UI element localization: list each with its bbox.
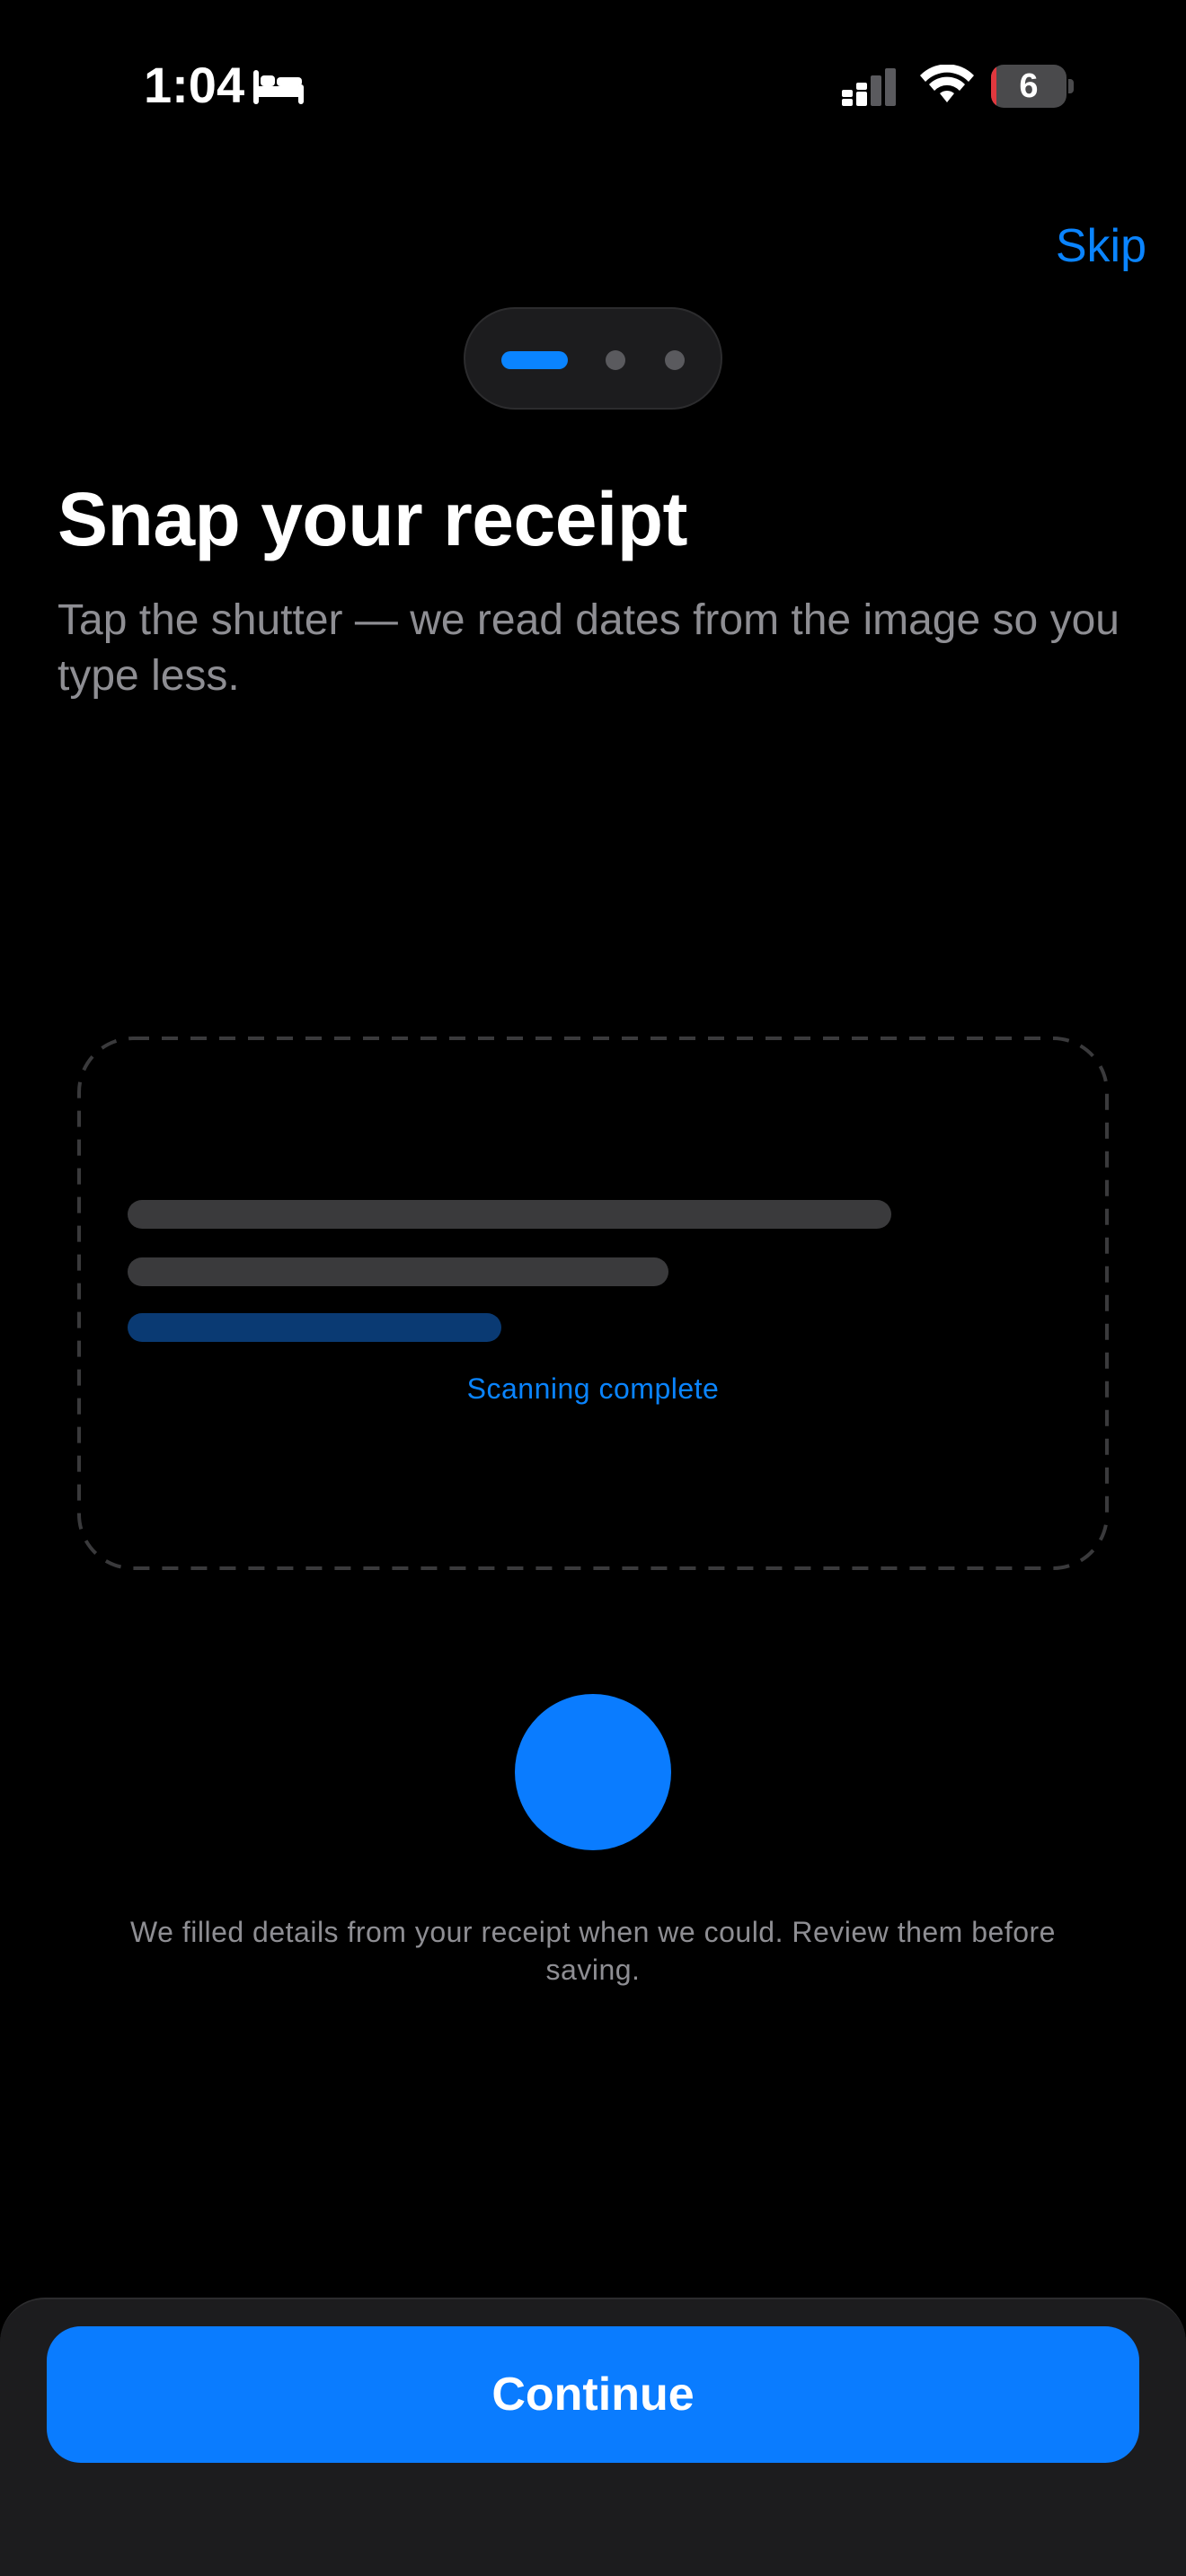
wifi-icon bbox=[920, 65, 974, 102]
bed-icon bbox=[253, 70, 304, 104]
shutter-button[interactable] bbox=[515, 1694, 671, 1850]
page-indicator[interactable] bbox=[464, 307, 722, 410]
page-title: Snap your receipt bbox=[58, 477, 688, 561]
continue-button[interactable]: Continue bbox=[47, 2326, 1139, 2463]
page-dot bbox=[606, 350, 625, 370]
onboarding-screen: 1:04 6 Skip Snap your receipt Tap the sh… bbox=[0, 0, 1186, 2576]
receipt-text-line bbox=[128, 1200, 891, 1229]
battery-icon: 6 bbox=[991, 65, 1074, 108]
receipt-scan-frame bbox=[77, 1037, 1109, 1570]
status-time: 1:04 bbox=[144, 57, 245, 113]
cellular-signal-icon bbox=[842, 68, 896, 106]
page-subtitle: Tap the shutter — we read dates from the… bbox=[58, 596, 1120, 700]
page-dot-active bbox=[501, 351, 568, 369]
scan-frame-border bbox=[77, 1037, 1109, 1570]
page-dot bbox=[665, 350, 685, 370]
receipt-text-line bbox=[128, 1257, 668, 1286]
battery-level: 6 bbox=[1019, 67, 1039, 105]
scan-status-text: Scanning complete bbox=[466, 1372, 720, 1405]
skip-button[interactable]: Skip bbox=[1056, 219, 1146, 273]
receipt-highlight-line bbox=[128, 1313, 501, 1342]
autofill-note: We filled details from your receipt when… bbox=[130, 1916, 1056, 1986]
